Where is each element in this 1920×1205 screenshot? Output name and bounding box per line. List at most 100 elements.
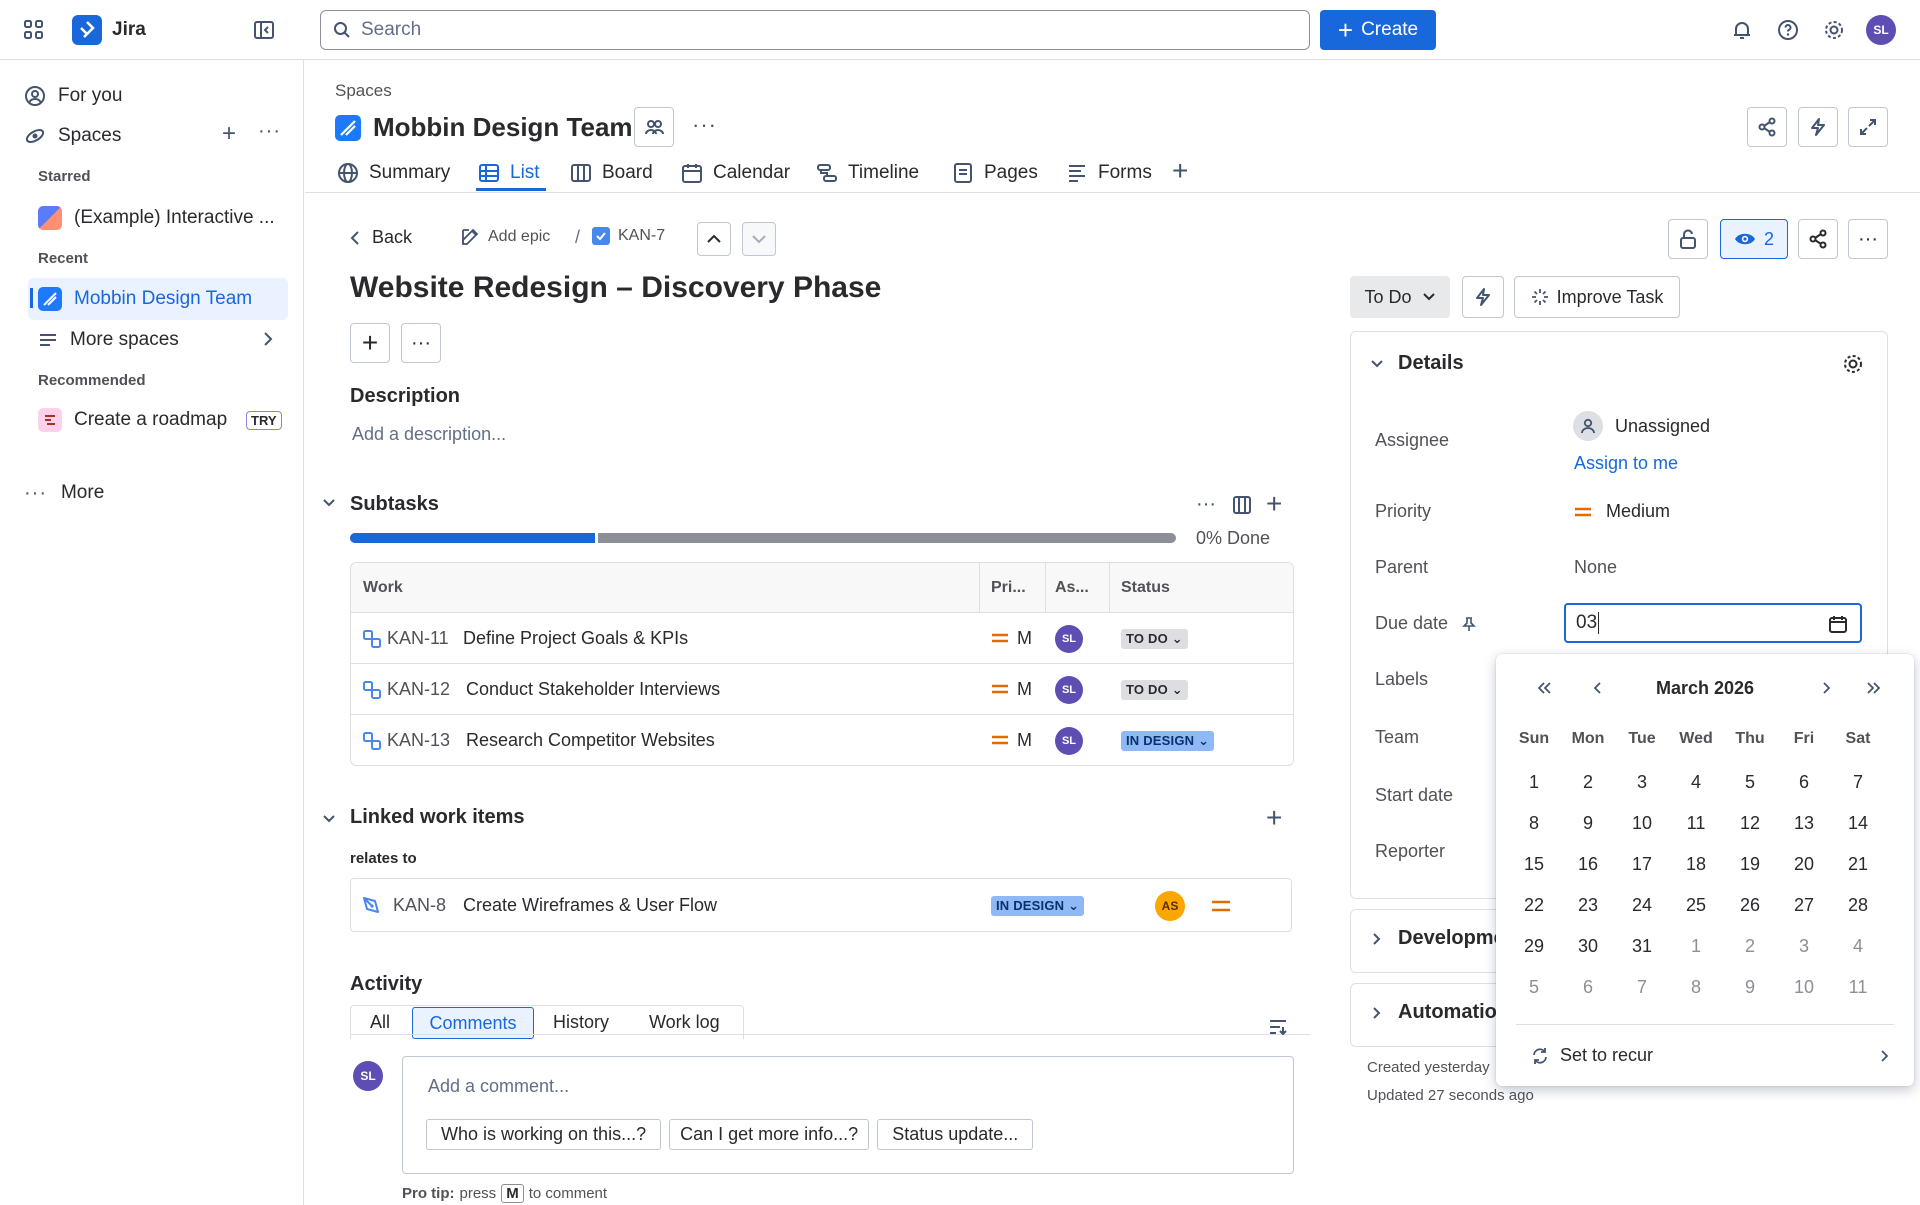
calendar-day[interactable]: 8 bbox=[1514, 813, 1554, 834]
development-header[interactable]: Developme bbox=[1372, 927, 1505, 950]
calendar-day[interactable]: 3 bbox=[1622, 772, 1662, 793]
notifications-bell-icon[interactable] bbox=[1730, 18, 1754, 42]
create-button[interactable]: + Create bbox=[1320, 10, 1436, 50]
add-button[interactable]: + bbox=[350, 323, 390, 363]
columns-icon[interactable] bbox=[1232, 495, 1252, 515]
spaces-more-icon[interactable]: ··· bbox=[258, 120, 281, 143]
automation-header[interactable]: Automatio bbox=[1372, 1001, 1497, 1024]
calendar-day[interactable]: 6 bbox=[1784, 772, 1824, 793]
calendar-day[interactable]: 4 bbox=[1838, 936, 1878, 957]
details-settings-icon[interactable] bbox=[1842, 353, 1864, 375]
priority-field[interactable]: Medium bbox=[1574, 501, 1670, 522]
activity-tab-history[interactable]: History bbox=[553, 1012, 609, 1033]
space-more-icon[interactable]: ··· bbox=[692, 112, 717, 138]
subtask-assignee-avatar[interactable]: SL bbox=[1055, 625, 1083, 653]
calendar-day[interactable]: 31 bbox=[1622, 936, 1662, 957]
set-to-recur-button[interactable]: Set to recur bbox=[1530, 1045, 1890, 1066]
tab-board[interactable]: Board bbox=[570, 158, 653, 188]
table-row[interactable]: KAN-13 Research Competitor Websites M SL… bbox=[351, 715, 1293, 765]
parent-value[interactable]: None bbox=[1574, 557, 1617, 578]
subtasks-collapse-icon[interactable] bbox=[322, 498, 336, 508]
calendar-day[interactable]: 21 bbox=[1838, 854, 1878, 875]
subtask-key[interactable]: KAN-12 bbox=[387, 679, 450, 700]
tab-timeline[interactable]: Timeline bbox=[816, 158, 919, 188]
calendar-day[interactable]: 10 bbox=[1622, 813, 1662, 834]
calendar-day[interactable]: 28 bbox=[1838, 895, 1878, 916]
tab-list[interactable]: List bbox=[478, 158, 540, 188]
calendar-day[interactable]: 22 bbox=[1514, 895, 1554, 916]
calendar-day[interactable]: 29 bbox=[1514, 936, 1554, 957]
calendar-day[interactable]: 6 bbox=[1568, 977, 1608, 998]
subtask-key[interactable]: KAN-13 bbox=[387, 730, 450, 751]
calendar-day[interactable]: 11 bbox=[1838, 977, 1878, 998]
calendar-day[interactable]: 3 bbox=[1784, 936, 1824, 957]
activity-tab-worklog[interactable]: Work log bbox=[649, 1012, 720, 1033]
issue-actions-button[interactable]: ··· bbox=[1848, 219, 1888, 259]
user-avatar[interactable]: SL bbox=[1866, 15, 1896, 45]
table-row[interactable]: KAN-12 Conduct Stakeholder Interviews M … bbox=[351, 664, 1293, 715]
calendar-day[interactable]: 23 bbox=[1568, 895, 1608, 916]
recent-space-row[interactable]: Mobbin Design Team bbox=[38, 279, 252, 319]
watch-button[interactable]: 2 bbox=[1720, 219, 1788, 259]
next-issue-button[interactable] bbox=[742, 222, 776, 256]
add-space-icon[interactable]: + bbox=[222, 122, 236, 146]
breadcrumb[interactable]: Spaces bbox=[335, 81, 392, 101]
tab-forms[interactable]: Forms bbox=[1066, 158, 1152, 188]
sidebar-item-starred-space[interactable]: (Example) Interactive ... bbox=[38, 198, 275, 238]
comment-box[interactable] bbox=[402, 1056, 1294, 1174]
calendar-day[interactable]: 20 bbox=[1784, 854, 1824, 875]
status-automation-button[interactable] bbox=[1462, 276, 1504, 318]
subtask-summary[interactable]: Conduct Stakeholder Interviews bbox=[466, 679, 720, 700]
calendar-day[interactable]: 30 bbox=[1568, 936, 1608, 957]
calendar-day[interactable]: 9 bbox=[1568, 813, 1608, 834]
fullscreen-button[interactable] bbox=[1848, 107, 1888, 147]
calendar-day[interactable]: 10 bbox=[1784, 977, 1824, 998]
linked-key[interactable]: KAN-8 bbox=[393, 895, 446, 916]
column-header-assignee[interactable]: As... bbox=[1055, 579, 1089, 597]
status-lozenge[interactable]: TO DO ⌄ bbox=[1121, 629, 1188, 649]
collapse-sidebar-icon[interactable] bbox=[252, 18, 276, 42]
calendar-day[interactable]: 7 bbox=[1622, 977, 1662, 998]
calendar-day[interactable]: 26 bbox=[1730, 895, 1770, 916]
activity-tab-all[interactable]: All bbox=[370, 1012, 390, 1033]
calendar-day[interactable]: 17 bbox=[1622, 854, 1662, 875]
jira-logo[interactable]: Jira bbox=[72, 15, 146, 45]
calendar-day[interactable]: 4 bbox=[1676, 772, 1716, 793]
subtask-summary[interactable]: Research Competitor Websites bbox=[466, 730, 715, 751]
status-lozenge[interactable]: TO DO ⌄ bbox=[1121, 680, 1188, 700]
calendar-day[interactable]: 27 bbox=[1784, 895, 1824, 916]
help-icon[interactable] bbox=[1776, 18, 1800, 42]
add-tab-icon[interactable]: + bbox=[1172, 157, 1188, 185]
issue-share-button[interactable] bbox=[1798, 219, 1838, 259]
sidebar-item-create-roadmap[interactable]: Create a roadmap bbox=[38, 400, 227, 440]
tab-summary[interactable]: Summary bbox=[337, 158, 450, 188]
sidebar-item-spaces[interactable]: Spaces bbox=[24, 116, 284, 156]
column-header-priority[interactable]: Pri... bbox=[991, 579, 1026, 597]
subtask-assignee-avatar[interactable]: SL bbox=[1055, 727, 1083, 755]
subtask-summary[interactable]: Define Project Goals & KPIs bbox=[463, 628, 688, 649]
add-subtask-icon[interactable]: + bbox=[1266, 490, 1282, 518]
column-header-work[interactable]: Work bbox=[363, 579, 403, 597]
calendar-day[interactable]: 25 bbox=[1676, 895, 1716, 916]
add-epic-button[interactable]: Add epic bbox=[460, 227, 550, 247]
calendar-day[interactable]: 5 bbox=[1730, 772, 1770, 793]
linked-assignee-avatar[interactable]: AS bbox=[1155, 891, 1185, 921]
calendar-day[interactable]: 11 bbox=[1676, 813, 1716, 834]
quick-reply-button[interactable]: Who is working on this...? bbox=[426, 1119, 662, 1150]
next-month-icon[interactable] bbox=[1822, 681, 1832, 695]
sidebar-item-more-spaces[interactable]: More spaces bbox=[38, 320, 278, 360]
description-field[interactable]: Add a description... bbox=[352, 424, 506, 445]
share-button[interactable] bbox=[1747, 107, 1787, 147]
sidebar-item-more[interactable]: ··· More bbox=[24, 473, 104, 513]
sort-filter-icon[interactable] bbox=[1268, 1018, 1288, 1036]
assignee-field[interactable]: Unassigned bbox=[1573, 411, 1710, 441]
issue-more-button[interactable]: ··· bbox=[401, 323, 441, 363]
calendar-day[interactable]: 19 bbox=[1730, 854, 1770, 875]
issue-title[interactable]: Website Redesign – Discovery Phase bbox=[350, 271, 881, 305]
comment-input[interactable]: Add a comment... bbox=[428, 1076, 569, 1097]
calendar-day[interactable]: 2 bbox=[1568, 772, 1608, 793]
column-header-status[interactable]: Status bbox=[1121, 579, 1170, 597]
settings-gear-icon[interactable] bbox=[1822, 18, 1846, 42]
calendar-icon[interactable] bbox=[1828, 614, 1848, 634]
sidebar-item-for-you[interactable]: For you bbox=[24, 76, 122, 116]
